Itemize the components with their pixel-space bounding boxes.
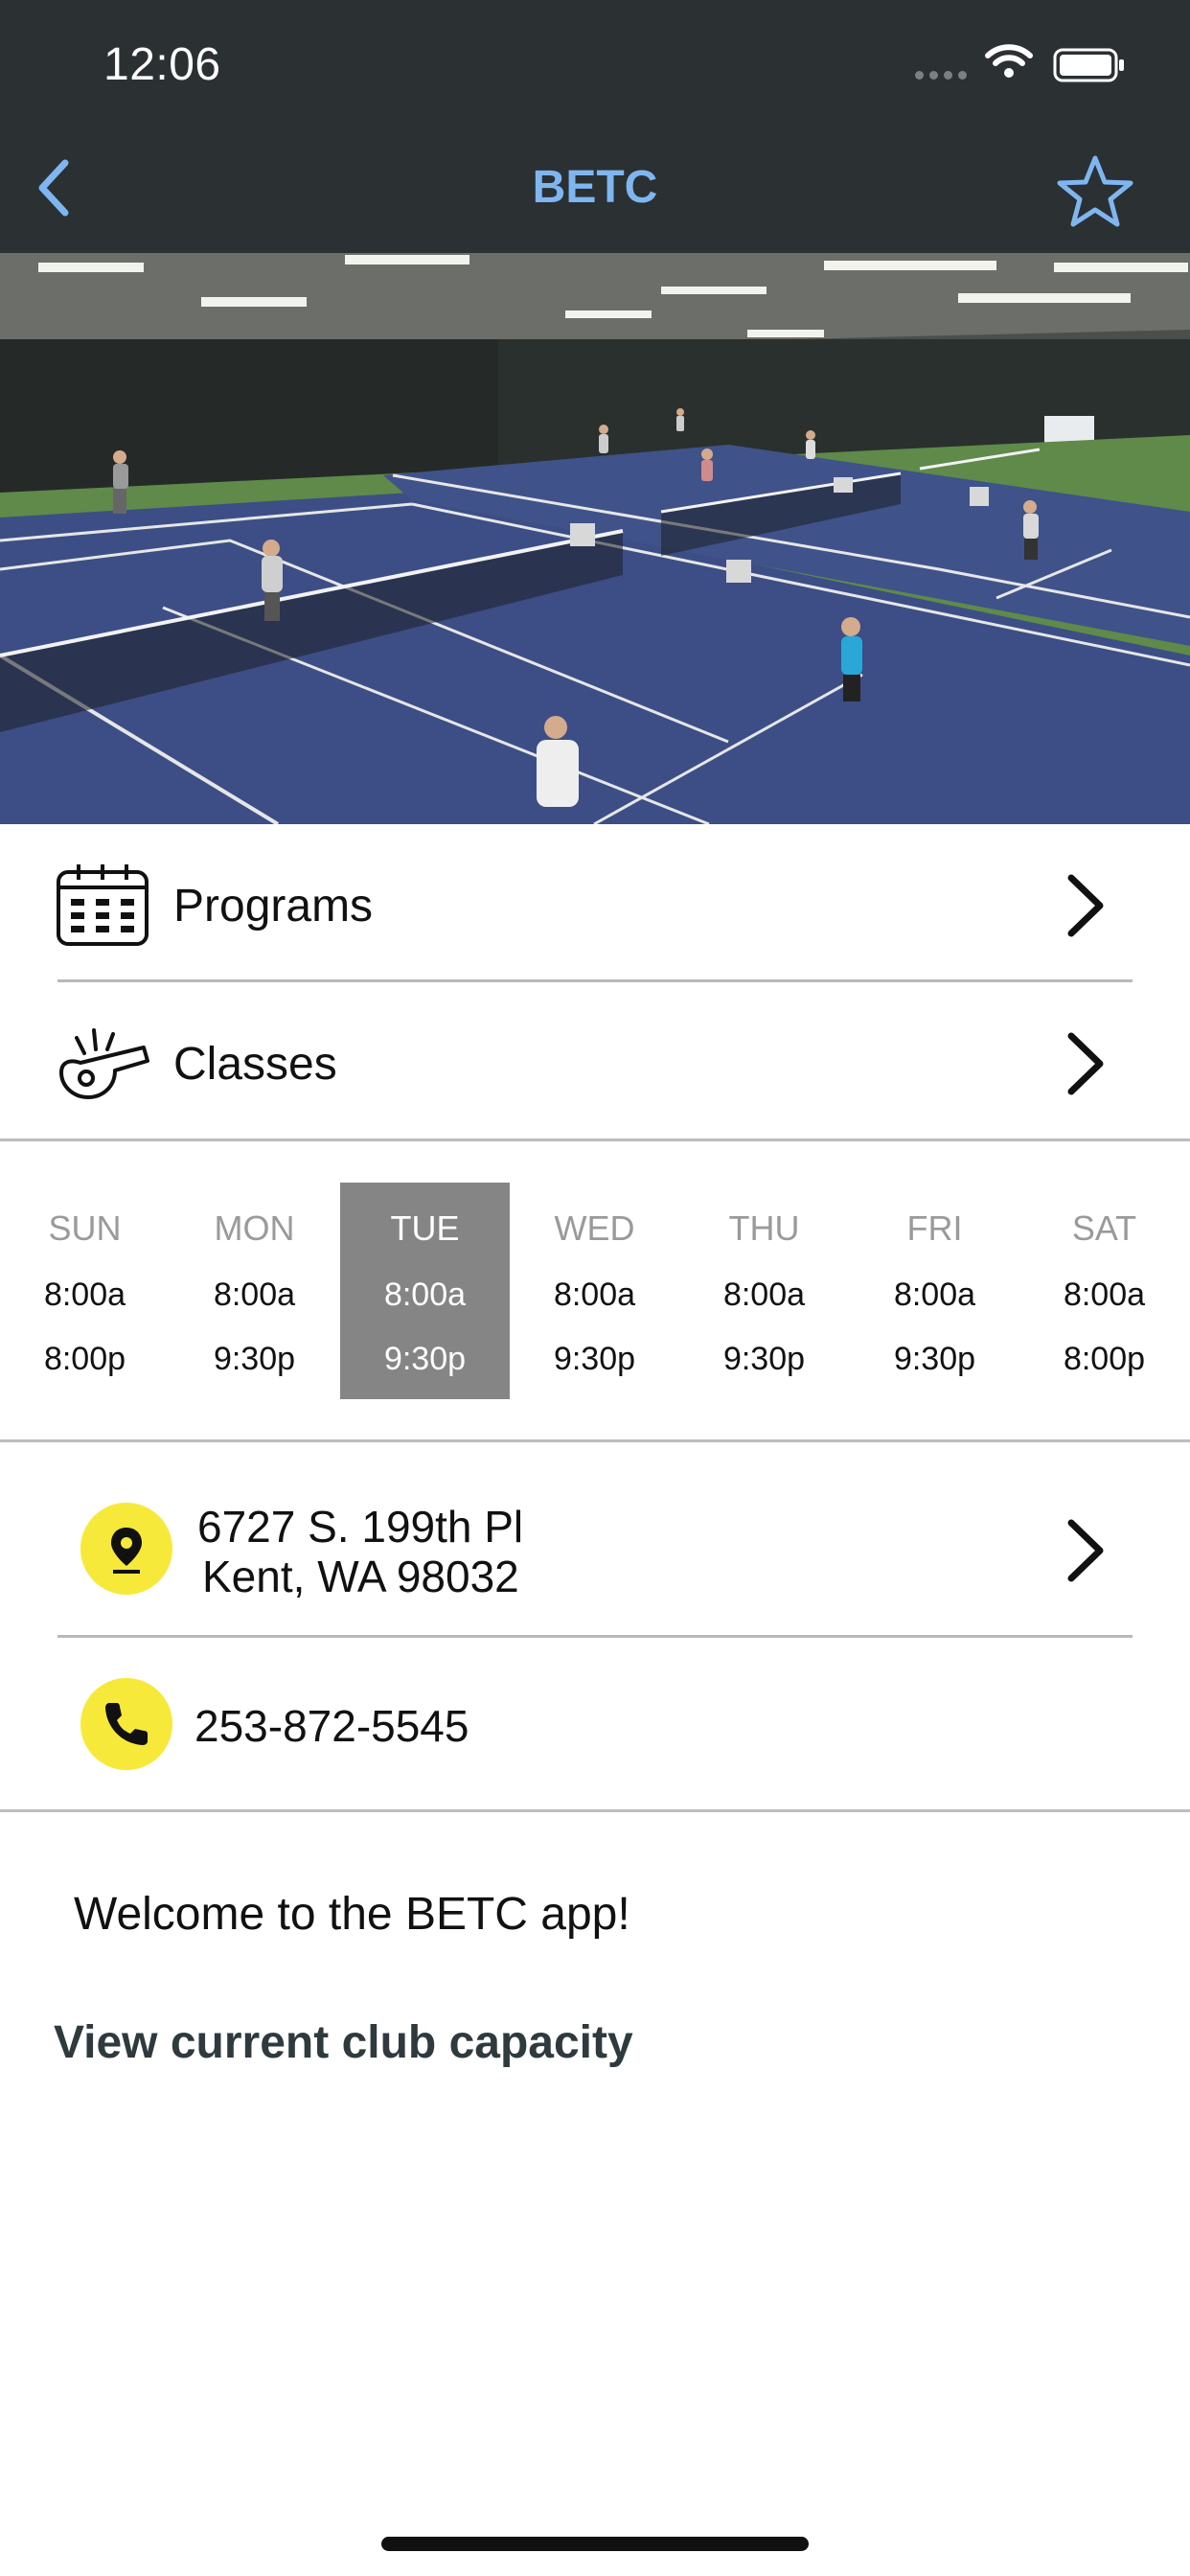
club-capacity-link[interactable]: View current club capacity xyxy=(54,2016,633,2069)
hours-week: SUN 8:00a 8:00p MON 8:00a 9:30p TUE 8:00… xyxy=(0,1183,1190,1399)
location-badge xyxy=(80,1503,172,1595)
chevron-right-icon xyxy=(1067,1032,1104,1095)
page-title: BETC xyxy=(532,162,658,213)
day-thu: THU 8:00a 9:30p xyxy=(722,1208,806,1377)
wifi-icon xyxy=(985,44,1033,78)
cellular-signal-icon xyxy=(915,71,967,80)
status-time: 12:06 xyxy=(103,39,221,90)
day-mon: MON 8:00a 9:30p xyxy=(213,1208,296,1377)
day-sat: SAT 8:00a 8:00p xyxy=(1063,1208,1146,1377)
day-fri: FRI 8:00a 9:30p xyxy=(893,1208,976,1377)
whistle-icon xyxy=(59,1028,149,1099)
favorite-star-icon[interactable] xyxy=(1055,153,1135,228)
phone-row[interactable] xyxy=(0,1638,1190,1810)
phone-icon xyxy=(105,1703,148,1745)
address-text[interactable]: 6727 S. 199th Pl Kent, WA 98032 xyxy=(197,1502,523,1601)
phone-badge xyxy=(80,1678,172,1770)
welcome-text: Welcome to the BETC app! xyxy=(74,1889,630,1940)
programs-label: Programs xyxy=(173,881,374,932)
phone-number[interactable]: 253-872-5545 xyxy=(195,1700,469,1752)
map-pin-icon xyxy=(111,1528,142,1574)
calendar-icon xyxy=(57,864,149,946)
day-sun: SUN 8:00a 8:00p xyxy=(43,1208,126,1377)
battery-icon xyxy=(1053,48,1124,82)
programs-row[interactable]: Programs xyxy=(0,824,1190,981)
club-hero-image xyxy=(0,253,1190,824)
classes-row[interactable]: Classes xyxy=(0,982,1190,1139)
home-indicator xyxy=(381,2537,809,2551)
address-row[interactable] xyxy=(0,1442,1190,1636)
day-tue-selected: TUE 8:00a 9:30p xyxy=(340,1183,510,1399)
top-bar: 12:06 BETC xyxy=(0,0,1190,253)
classes-label: Classes xyxy=(173,1039,337,1090)
separator xyxy=(0,1138,1190,1141)
separator xyxy=(0,1809,1190,1812)
chevron-right-icon xyxy=(1067,1519,1104,1582)
chevron-right-icon xyxy=(1067,874,1104,937)
day-wed: WED 8:00a 9:30p xyxy=(553,1208,636,1377)
